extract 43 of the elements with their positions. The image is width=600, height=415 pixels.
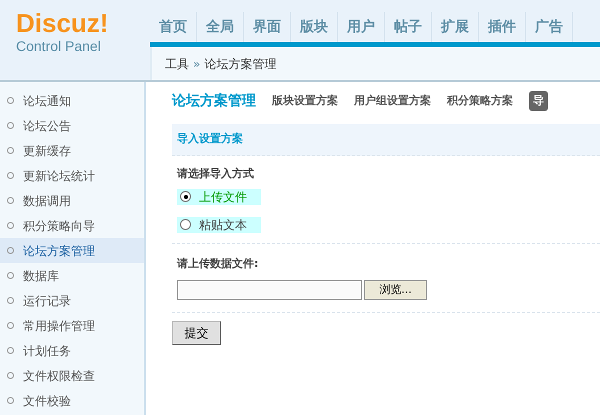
- sidebar-item[interactable]: 数据调用: [0, 188, 144, 213]
- bullet-icon: [7, 297, 14, 304]
- sidebar-item[interactable]: 运行记录: [0, 288, 144, 313]
- breadcrumb-separator: »: [193, 56, 200, 72]
- bullet-icon: [7, 372, 14, 379]
- tab[interactable]: 积分策略方案: [447, 92, 513, 110]
- sidebar-item[interactable]: 计划任务: [0, 338, 144, 363]
- breadcrumb-current: 论坛方案管理: [204, 56, 276, 72]
- bullet-icon: [7, 197, 14, 204]
- sidebar-item[interactable]: 更新论坛统计: [0, 163, 144, 188]
- bullet-icon: [7, 222, 14, 229]
- field-label: 请选择导入方式: [177, 166, 255, 182]
- bullet-icon: [7, 172, 14, 179]
- logo-subtitle: Control Panel: [16, 38, 102, 54]
- bullet-icon: [7, 347, 14, 354]
- sidebar-item[interactable]: 积分策略向导: [0, 213, 144, 238]
- breadcrumb-link[interactable]: 工具: [165, 54, 189, 72]
- field-label: 请上传数据文件:: [177, 256, 260, 272]
- tab[interactable]: 用户组设置方案: [354, 92, 431, 110]
- browse-button[interactable]: 浏览...: [364, 280, 427, 300]
- bullet-icon: [7, 272, 14, 279]
- section-header: 导入设置方案: [172, 124, 600, 156]
- page-title: 论坛方案管理: [172, 92, 256, 110]
- sidebar-item[interactable]: 文件权限检查: [0, 363, 144, 388]
- sidebar-item[interactable]: 文件校验: [0, 388, 144, 413]
- sidebar-item[interactable]: 常用操作管理: [0, 313, 144, 338]
- sidebar-item[interactable]: 论坛通知: [0, 88, 144, 113]
- sidebar-item[interactable]: 数据库: [0, 263, 144, 288]
- bullet-icon: [7, 322, 14, 329]
- submit-button[interactable]: 提交: [172, 321, 221, 345]
- bullet-icon: [7, 247, 14, 254]
- sidebar-item[interactable]: 论坛公告: [0, 113, 144, 138]
- bullet-icon: [7, 122, 14, 129]
- file-path-field[interactable]: [177, 280, 362, 300]
- tab[interactable]: 导: [529, 90, 548, 112]
- tab[interactable]: 版块设置方案: [272, 92, 338, 110]
- logo-title: Discuz!: [16, 8, 110, 38]
- bullet-icon: [7, 97, 14, 104]
- sidebar-item[interactable]: 论坛方案管理: [0, 238, 144, 263]
- bullet-icon: [7, 147, 14, 154]
- radio-option[interactable]: 粘贴文本: [177, 216, 261, 232]
- sidebar-item[interactable]: 更新缓存: [0, 138, 144, 163]
- bullet-icon: [7, 397, 14, 404]
